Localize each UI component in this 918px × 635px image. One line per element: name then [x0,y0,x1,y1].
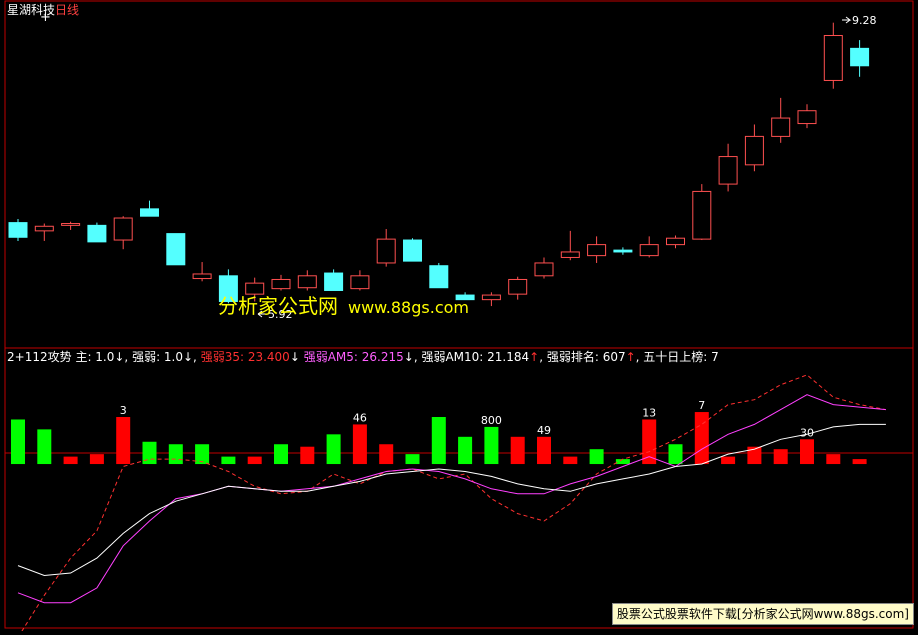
candle-body-up [350,275,370,290]
indicator-bar-value-label: 46 [353,411,367,424]
candle-body-up [508,278,528,295]
indicator-legend: 2+112攻势 主: 1.0↓, 强弱: 1.0↓, 强弱35: 23.400↓… [7,350,719,364]
high-price-label: 9.28 [852,14,877,27]
candle-body-down [8,222,28,238]
indicator-bar-green [221,456,236,465]
indicator-arrow-2: ↑ [529,350,540,364]
candle-body-up [718,156,738,185]
indicator-bar-green [195,444,210,465]
indicator-bar-green [589,449,604,465]
watermark-name: 分析家公式网 [218,294,338,318]
indicator-bar-red [116,417,131,465]
indicator-bar-value-label: 800 [481,414,502,427]
indicator-arrow-1: ↓ [289,350,300,364]
indicator-bar-red [642,419,657,465]
footer-banner[interactable]: 股票公式股票软件下载[分析家公式网www.88gs.com] [611,603,914,625]
indicator-bar-red [537,436,551,465]
indicator-bar-green [274,444,288,465]
indicator-bar-green [405,454,420,465]
indicator-bar-green [668,444,683,465]
candle-body-down [140,208,159,217]
indicator-bar-green [168,444,183,465]
candle-body-up [534,262,554,277]
indicator-bar-red [89,454,104,465]
candle-body-up [192,273,212,280]
indicator-bar-value-label: 7 [698,399,705,412]
indicator-bar-green [326,434,341,465]
candle-body-up [666,237,685,246]
candle-body-up [587,244,607,257]
indicator-bar-value-label: 3 [120,404,127,417]
indicator-bar-value-label: 30 [800,426,814,439]
indicator-bar-red [826,454,841,465]
candle-body-up [481,294,501,301]
watermark: 分析家公式网 www.88gs.com [218,290,469,319]
indicator-bar-red [300,446,315,465]
indicator-bar-red [63,456,78,465]
candle-body-up [797,110,817,125]
candle-body-up [823,35,843,81]
candle-body-up [744,135,764,166]
watermark-url: www.88gs.com [348,298,469,317]
candle-body-up [692,190,712,240]
candle-body-up [61,223,81,226]
period-label[interactable]: 日线 [55,3,79,17]
candle-body-down [429,265,449,289]
indicator-bar-red [773,449,788,465]
stock-chart-window[interactable]: 3 46 800 49 13 7 30 9.28 5.92 星湖科技日线 + 2+112攻势… [0,0,918,635]
candle-body-up [771,117,791,137]
cursor-cross-mark: + [40,10,51,25]
indicator-bar-green [11,419,25,465]
candle-body-down [324,272,344,291]
indicator-name[interactable]: 2+112攻势 [7,350,72,364]
indicator-bar-green [484,426,499,465]
indicator-main-value: 主: 1.0↓, 强弱: 1.0↓, [75,350,197,364]
indicator-bar-red [800,439,814,465]
candle-body-down [403,239,422,262]
indicator-bar-red [510,436,525,465]
candle-body-up [113,217,133,241]
indicator-bar-green [615,459,630,465]
indicator-bar-red [352,424,367,465]
candle-body-up [34,225,54,232]
indicator-am10: ↓, 强弱AM10: 21.184 [403,350,530,364]
candle-body-up [271,278,291,290]
candle-body-up [639,244,659,257]
candle-body-up [376,238,396,264]
candle-body-up [560,251,580,258]
indicator-bar-red [721,456,736,465]
indicator-bar-green [458,436,473,465]
indicator-bar-red [379,444,394,465]
indicator-bar-green [37,429,52,465]
indicator-am5: 强弱AM5: 26.215 [303,350,404,364]
indicator-strength35: 强弱35: 23.400 [200,350,290,364]
indicator-bar-red [563,456,578,465]
indicator-bar-green [431,417,446,465]
candle-body-up [297,275,317,289]
indicator-bar-red [694,412,709,465]
indicator-bar-value-label: 13 [642,406,656,419]
candle-body-down [87,224,107,243]
indicator-fifty-day: , 五十日上榜: 7 [635,350,719,364]
candle-body-down [850,47,870,67]
indicator-bar-value-label: 49 [537,424,551,437]
indicator-arrow-3: ↑ [625,350,636,364]
candle-body-down [613,249,633,253]
indicator-bar-red [852,459,867,465]
candle-body-down [166,233,186,266]
indicator-bar-red [247,456,262,465]
indicator-rank: , 强弱排名: 607 [539,350,626,364]
